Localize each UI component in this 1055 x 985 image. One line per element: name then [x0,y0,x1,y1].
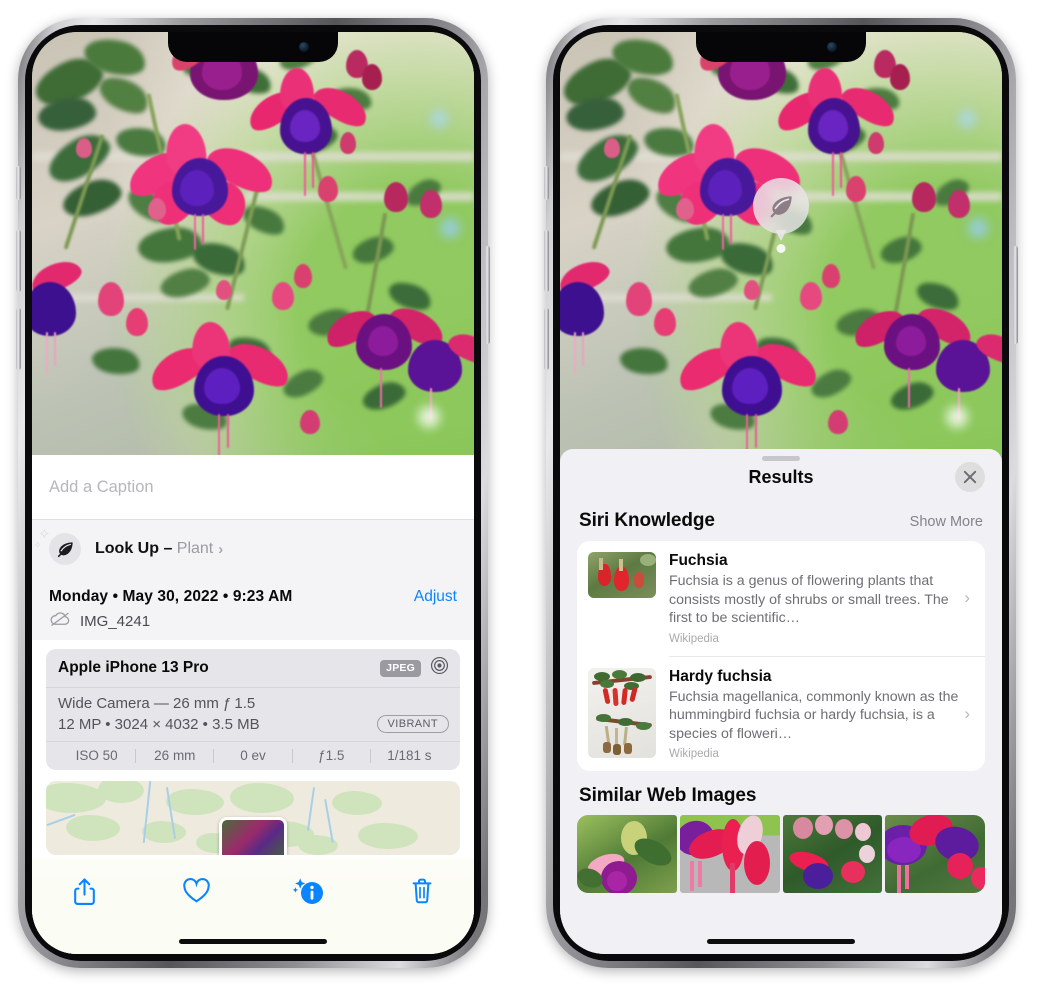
look-up-prefix: Look Up – [95,540,177,557]
format-badge: JPEG [380,659,421,677]
exif-ev: 0 ev [240,748,266,763]
info-button[interactable] [287,870,331,912]
leaf-icon [753,178,809,234]
chevron-right-icon: › [964,588,970,608]
photo-info-sheet: Add a Caption ✧ ✧ Look Up – Plant › Mond… [32,455,474,954]
image-dimensions: 12 MP • 3024 × 4032 • 3.5 MB [58,715,260,733]
siri-knowledge-header: Siri Knowledge Show More [560,506,1002,541]
look-up-label: Look Up – Plant [95,540,213,558]
visual-lookup-badge[interactable] [753,178,809,253]
knowledge-thumbnail [588,667,656,758]
file-name: IMG_4241 [80,613,151,630]
power-button-right[interactable] [1013,246,1018,344]
knowledge-title: Hardy fuchsia [669,667,772,685]
siri-knowledge-card: Fuchsia Fuchsia is a genus of flowering … [577,541,985,772]
knowledge-description: Fuchsia magellanica, commonly known as t… [669,688,959,742]
badge-anchor-dot [776,244,786,253]
phone-left: Add a Caption ✧ ✧ Look Up – Plant › Mond… [16,18,490,968]
caption-input[interactable]: Add a Caption [32,455,474,519]
aperture-icon [430,656,449,680]
results-title: Results [748,467,814,487]
power-button-left[interactable] [485,246,490,344]
map-photo-pin[interactable] [219,817,287,855]
knowledge-title: Fuchsia [669,552,728,569]
home-indicator-left[interactable] [179,939,327,944]
web-image-tile[interactable] [679,815,780,894]
caption-placeholder: Add a Caption [49,477,154,496]
knowledge-item[interactable]: Hardy fuchsia Fuchsia magellanica, commo… [577,657,985,772]
web-image-tile[interactable] [885,815,985,894]
web-image-tile[interactable] [577,815,677,894]
screen-right: Results Siri Knowledge Show More Fuchsia… [560,32,1002,954]
look-up-row[interactable]: ✧ ✧ Look Up – Plant › [32,520,474,578]
photographic-style-badge: VIBRANT [376,715,449,733]
volume-down-button-right[interactable] [544,308,549,370]
home-indicator-right[interactable] [707,939,855,944]
front-camera-icon [299,42,309,52]
knowledge-source: Wikipedia [669,632,719,645]
knowledge-item[interactable]: Fuchsia Fuchsia is a genus of flowering … [577,541,985,656]
favorite-button[interactable] [175,870,219,912]
exif-aperture: ƒ1.5 [318,748,345,763]
similar-web-images-row [560,815,1002,894]
section-title: Similar Web Images [579,785,757,807]
results-sheet: Results Siri Knowledge Show More Fuchsia… [560,449,1002,954]
close-button[interactable] [955,462,985,492]
share-button[interactable] [62,870,106,912]
location-map[interactable] [46,781,460,855]
front-camera-icon [827,42,837,52]
photo-metadata: Monday • May 30, 2022 • 9:23 AM Adjust I… [32,578,474,640]
knowledge-body: Fuchsia Fuchsia is a genus of flowering … [669,552,960,645]
camera-info-card[interactable]: Apple iPhone 13 Pro JPEG Wide Camera — 2… [46,649,460,770]
volume-down-button-left[interactable] [16,308,21,370]
sparkle-icon-small: ✧ [34,540,42,550]
knowledge-thumbnail [588,552,656,598]
screen-left: Add a Caption ✧ ✧ Look Up – Plant › Mond… [32,32,474,954]
screenshot-stage: Add a Caption ✧ ✧ Look Up – Plant › Mond… [0,0,1055,985]
chevron-right-icon: › [964,703,970,723]
notch-left [168,32,338,62]
phone-right: Results Siri Knowledge Show More Fuchsia… [544,18,1018,968]
close-icon [963,470,977,484]
exif-focal: 26 mm [154,748,196,763]
leaf-icon: ✧ ✧ [34,527,81,565]
knowledge-source: Wikipedia [669,748,719,761]
exif-iso: ISO 50 [75,748,118,763]
chevron-right-icon: › [218,540,224,558]
notch-right [696,32,866,62]
knowledge-description: Fuchsia is a genus of flowering plants t… [669,573,949,627]
section-title: Siri Knowledge [579,510,715,531]
mute-switch-right[interactable] [544,166,549,200]
results-header: Results [560,449,1002,506]
similar-web-images-header: Similar Web Images [560,771,1002,815]
volume-up-button-left[interactable] [16,230,21,292]
icloud-slash-icon [49,611,71,632]
capture-date: Monday • May 30, 2022 • 9:23 AM [49,588,293,605]
show-more-button[interactable]: Show More [910,514,983,530]
adjust-button[interactable]: Adjust [414,588,457,606]
knowledge-body: Hardy fuchsia Fuchsia magellanica, commo… [669,668,960,761]
exif-shutter: 1/181 s [387,748,432,763]
delete-button[interactable] [400,870,444,912]
web-image-tile[interactable] [782,815,883,894]
volume-up-button-right[interactable] [544,230,549,292]
mute-switch-left[interactable] [16,166,21,200]
camera-device: Apple iPhone 13 Pro [58,659,209,676]
lens-info: Wide Camera — 26 mm ƒ 1.5 [58,695,256,712]
exif-row: ISO 50 26 mm 0 ev ƒ1.5 1/181 s [46,742,460,770]
look-up-subject: Plant [176,540,214,557]
